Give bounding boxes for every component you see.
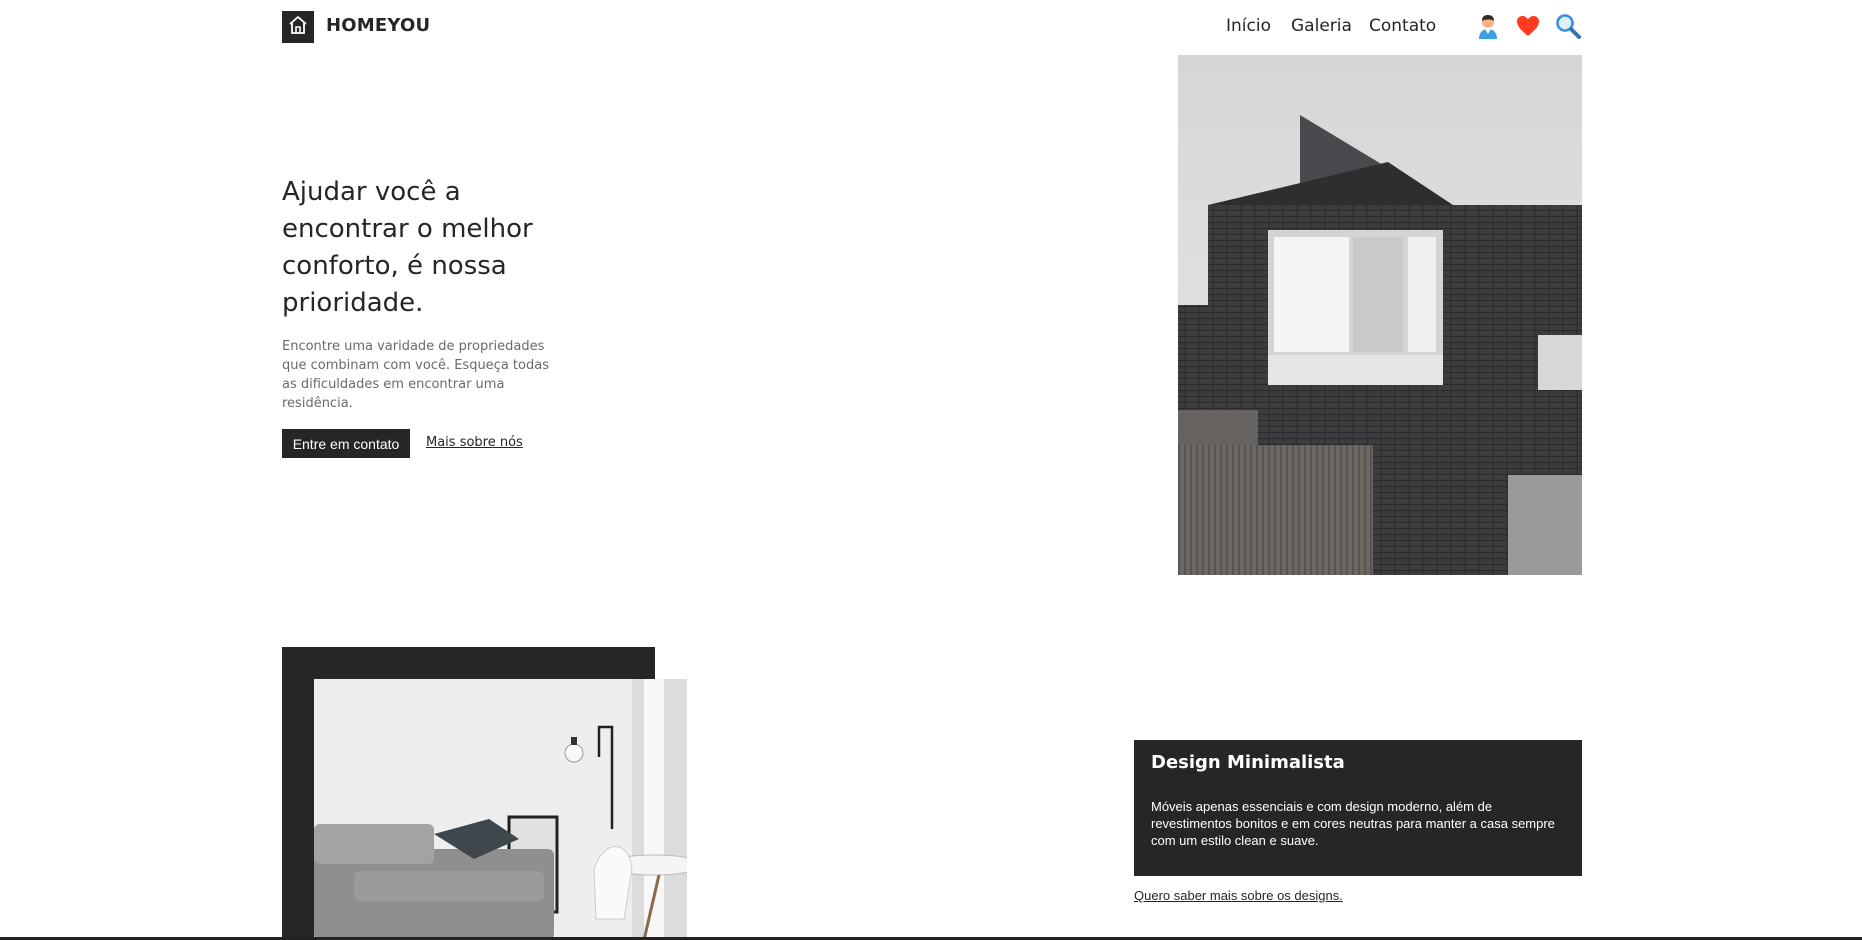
heart-icon[interactable]: [1514, 12, 1542, 40]
nav-galeria[interactable]: Galeria: [1291, 16, 1352, 36]
home-logo[interactable]: [282, 11, 314, 43]
brand-name[interactable]: HOMEYOU: [326, 15, 430, 36]
designs-link[interactable]: Quero saber mais sobre os designs.: [1134, 888, 1343, 903]
hero-title: Ajudar você a encontrar o melhor confort…: [282, 177, 533, 318]
design-card: Design Minimalista Móveis apenas essenci…: [1134, 740, 1582, 876]
user-icon[interactable]: [1474, 12, 1502, 40]
nav-inicio[interactable]: Início: [1226, 16, 1271, 36]
contact-button[interactable]: Entre em contato: [282, 429, 410, 458]
design-description: Móveis apenas essenciais e com design mo…: [1151, 799, 1555, 848]
home-icon: [287, 14, 309, 40]
hero-description: Encontre uma varidade de propriedades qu…: [282, 339, 549, 411]
search-icon[interactable]: [1554, 12, 1582, 40]
about-link[interactable]: Mais sobre nós: [426, 435, 523, 450]
house-image: [1178, 55, 1582, 575]
nav-contato[interactable]: Contato: [1369, 16, 1436, 36]
design-title: Design Minimalista: [1151, 752, 1345, 773]
living-room-image: [314, 679, 687, 940]
